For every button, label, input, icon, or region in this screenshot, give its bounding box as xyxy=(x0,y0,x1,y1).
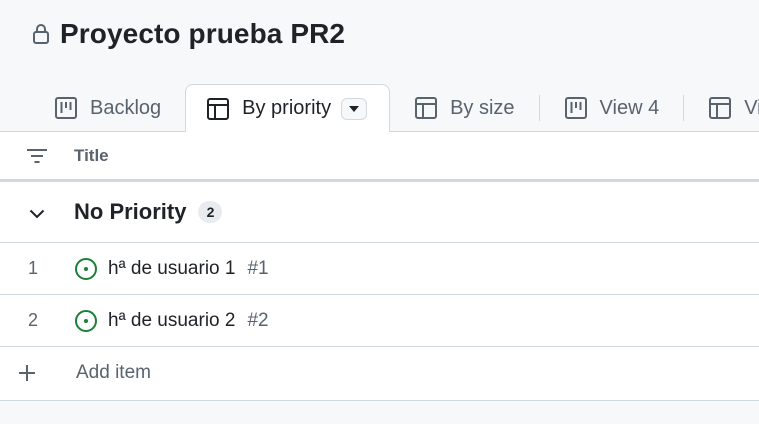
board-icon xyxy=(564,96,588,120)
table-icon xyxy=(708,96,732,120)
table-row[interactable]: 2 hª de usuario 2 #2 xyxy=(0,295,759,347)
tab-backlog[interactable]: Backlog xyxy=(40,84,175,132)
tab-view-4[interactable]: View 4 xyxy=(550,84,674,132)
tab-label: By size xyxy=(450,96,515,119)
view-options-button[interactable] xyxy=(341,97,368,120)
item-title-link[interactable]: hª de usuario 2 xyxy=(108,310,235,332)
item-number: #1 xyxy=(247,257,269,279)
issue-open-icon xyxy=(74,257,98,281)
tab-label: Vie xyxy=(744,96,759,119)
chevron-down-icon[interactable] xyxy=(0,205,74,219)
tab-label: By priority xyxy=(242,97,332,119)
tab-divider xyxy=(683,95,685,121)
item-title-link[interactable]: hª de usuario 1 xyxy=(108,258,235,280)
group-count-badge: 2 xyxy=(198,201,223,223)
tab-by-size[interactable]: By size xyxy=(400,84,528,132)
tab-view-5[interactable]: Vie xyxy=(694,84,759,132)
row-number: 1 xyxy=(27,258,38,278)
table-row[interactable]: 1 hª de usuario 1 #1 xyxy=(0,243,759,295)
tab-label: Backlog xyxy=(90,96,162,119)
table-icon xyxy=(206,97,230,121)
filter-icon[interactable] xyxy=(0,148,74,164)
tab-divider xyxy=(538,95,540,121)
view-tabs: Backlog By priority By size View 4 V xyxy=(40,84,759,132)
project-page: Proyecto prueba PR2 Backlog By priority … xyxy=(0,0,759,424)
tab-by-priority[interactable]: By priority xyxy=(185,84,391,132)
issue-open-icon xyxy=(74,309,98,333)
plus-icon[interactable] xyxy=(0,364,54,382)
group-header[interactable]: No Priority 2 xyxy=(0,182,759,243)
column-header-title[interactable]: Title xyxy=(74,146,109,166)
lock-icon xyxy=(32,22,52,46)
board-icon xyxy=(54,96,78,120)
item-number: #2 xyxy=(247,309,269,331)
tab-label: View 4 xyxy=(599,96,660,119)
add-item-row[interactable]: Add item xyxy=(0,347,759,399)
group-name: No Priority xyxy=(74,199,187,224)
table-header: Title xyxy=(0,132,759,182)
project-header: Proyecto prueba PR2 xyxy=(32,18,345,50)
triangle-down-icon xyxy=(349,105,360,112)
table-panel: Title No Priority 2 1 hª de usuario 1 #1… xyxy=(0,131,759,401)
row-number: 2 xyxy=(27,310,38,330)
table-icon xyxy=(414,96,438,120)
project-title: Proyecto prueba PR2 xyxy=(60,18,346,49)
add-item-label[interactable]: Add item xyxy=(76,362,151,384)
